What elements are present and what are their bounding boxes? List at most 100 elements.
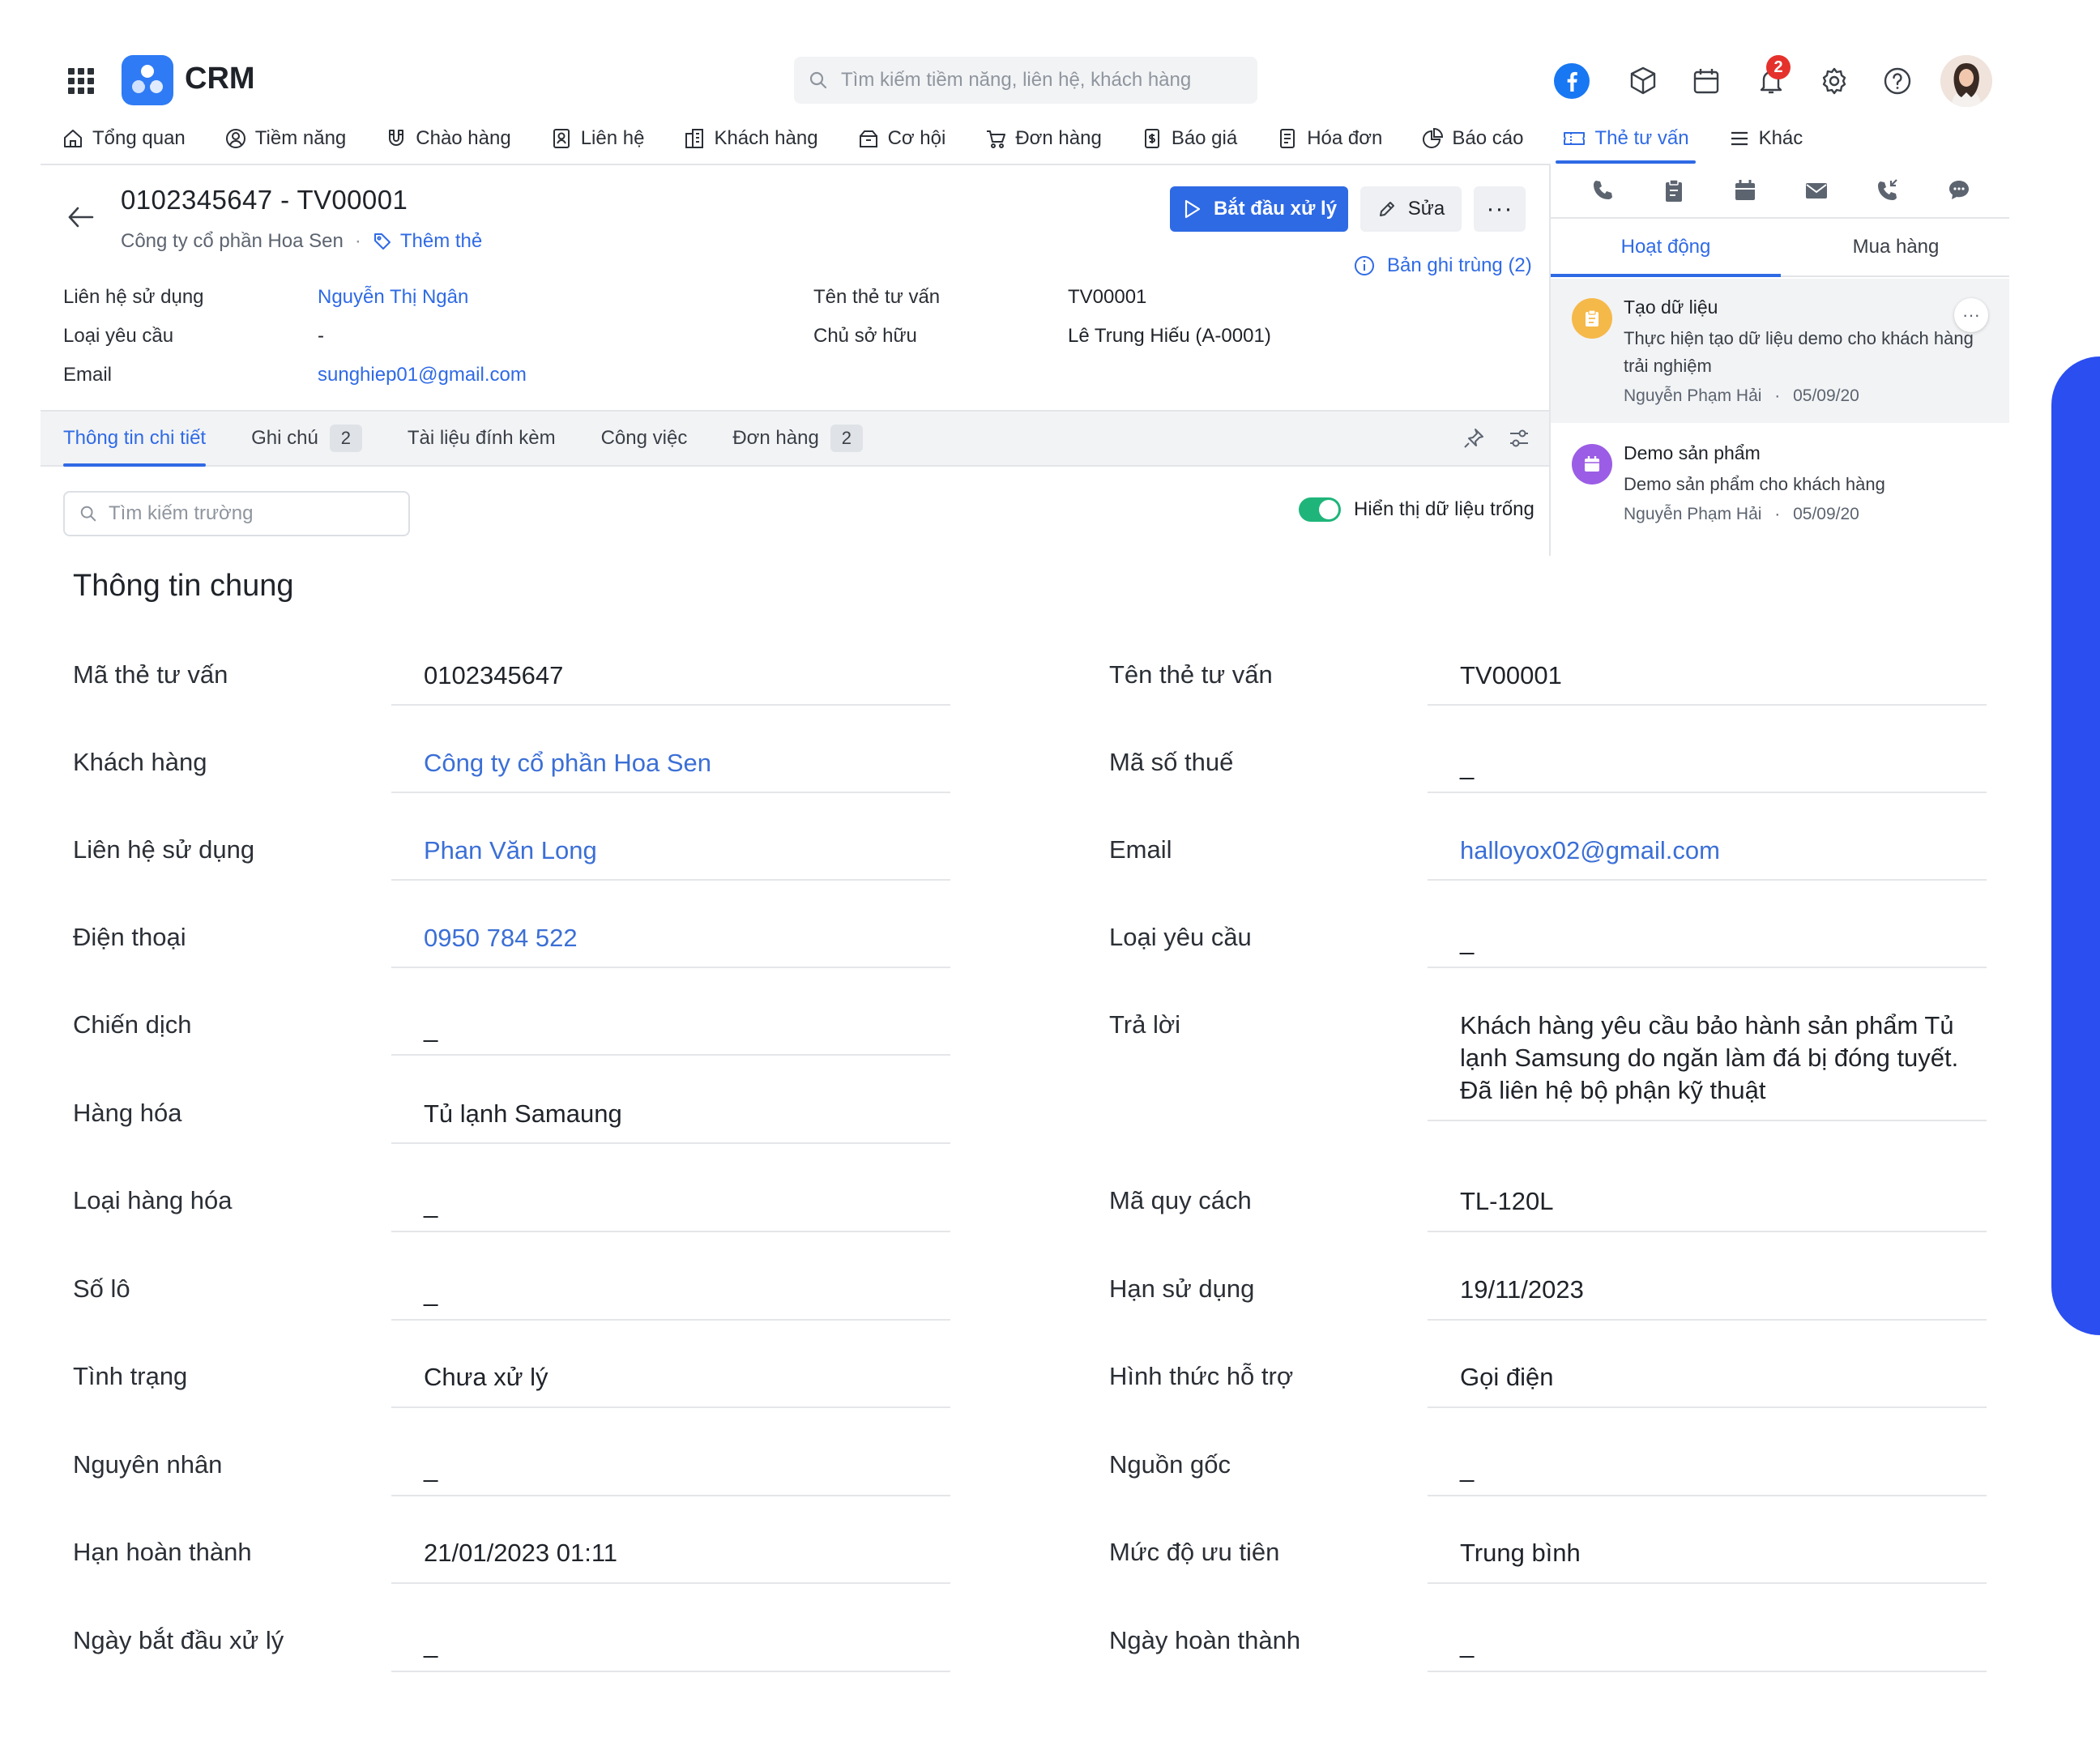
field-value-customer-link[interactable]: Công ty cổ phần Hoa Sen [424,747,711,779]
nav-item-overview[interactable]: Tổng quan [41,113,203,164]
clipboard-icon[interactable] [1658,174,1690,207]
app-grid-icon[interactable] [65,65,97,97]
nav-item-offers[interactable]: Chào hàng [364,113,528,164]
pin-icon[interactable] [1460,425,1488,452]
field-value: _ [1460,752,1475,780]
ticket-icon [1564,132,1586,145]
field-label: Loại hàng hóa [73,1186,233,1214]
field-label: Email [1109,835,1172,864]
field-value: Chưa xử lý [424,1363,548,1391]
field-value: _ [424,1454,438,1483]
show-empty-data-toggle[interactable] [1299,497,1341,522]
nav-item-quotes[interactable]: Báo giá [1120,113,1255,164]
global-search-input[interactable]: Tìm kiếm tiềm năng, liên hệ, khách hàng [794,57,1257,104]
nav-item-opportunities[interactable]: Cơ hội [836,113,964,164]
activity-panel: Hoạt động Mua hàng Tạo dữ liệu Thực hiện… [1549,164,2009,556]
search-icon [80,506,96,522]
help-icon[interactable] [1875,58,1920,104]
field-value: 0102345647 [424,661,564,689]
nav-label: Tiềm năng [254,127,347,149]
nav-item-orders[interactable]: Đơn hàng [963,113,1119,164]
summary-contact-value[interactable]: Nguyễn Thị Ngân [318,286,468,309]
nav-item-customers[interactable]: Khách hàng [662,113,835,164]
mail-icon[interactable] [1800,174,1833,207]
tab-notes[interactable]: Ghi chú 2 [228,412,385,465]
show-empty-data-label: Hiển thị dữ liệu trống [1354,498,1534,520]
nav-item-leads[interactable]: Tiềm năng [203,113,365,164]
nav-label: Đơn hàng [1015,127,1102,149]
field-label: Hình thức hỗ trợ [1109,1362,1294,1390]
record-company: Công ty cổ phần Hoa Sen [121,230,344,252]
summary-email-value[interactable]: sunghiep01@gmail.com [318,364,527,386]
phone-icon[interactable] [1586,174,1619,207]
add-tag-button[interactable]: Thêm thẻ [373,230,482,253]
nav-label: Tổng quan [92,127,186,149]
nav-item-invoices[interactable]: Hóa đơn [1255,113,1400,164]
field-value-reply: Khách hàng yêu cầu bảo hành sản phẩm Tủ … [1460,1011,1959,1104]
field-underline [391,967,950,968]
nav-item-reports[interactable]: Báo cáo [1400,113,1541,164]
sliders-icon[interactable] [1505,425,1533,452]
tab-label: Đơn hàng [732,427,819,449]
user-avatar[interactable] [1940,55,1992,107]
summary-request-type-label: Loại yêu cầu [63,325,174,347]
settings-gear-icon[interactable] [1812,58,1857,104]
tab-label: Ghi chú [251,427,318,449]
field-underline [391,1231,950,1232]
field-search-input[interactable]: Tìm kiếm trường [63,491,410,536]
field-value: 21/01/2023 01:11 [424,1539,618,1567]
duplicate-records-label: Bản ghi trùng (2) [1387,254,1532,276]
nav-item-consult-tickets[interactable]: Thẻ tư vấn [1541,113,1706,164]
tab-orders[interactable]: Đơn hàng 2 [710,412,885,465]
info-icon [1355,256,1374,275]
tab-attachments[interactable]: Tài liệu đính kèm [385,412,578,465]
nav-label: Thẻ tư vấn [1594,127,1689,149]
tab-details[interactable]: Thông tin chi tiết [41,412,228,467]
call-log-icon[interactable] [1872,174,1904,207]
back-arrow-icon[interactable] [65,201,97,233]
field-value-phone-link[interactable]: 0950 784 522 [424,922,578,954]
field-value: _ [1460,1454,1475,1483]
panel-tab-activities[interactable]: Hoạt động [1551,219,1781,277]
clipboard-icon [1572,298,1612,339]
field-label: Hạn sử dụng [1109,1274,1255,1303]
notification-bell-icon[interactable]: 2 [1748,55,1794,104]
field-value-contact-link[interactable]: Phan Văn Long [424,834,597,867]
field-value: _ [424,1014,438,1043]
activity-more-button[interactable]: ··· [1954,298,1988,332]
field-underline [391,1406,950,1408]
panel-tab-purchases[interactable]: Mua hàng [1781,219,2009,275]
edit-button[interactable]: Sửa [1360,186,1462,232]
pencil-icon [1379,202,1394,216]
nav-item-more[interactable]: Khác [1707,113,1821,164]
field-value: _ [1460,1630,1475,1658]
tab-tasks[interactable]: Công việc [578,412,711,465]
duplicate-records-link[interactable]: Bản ghi trùng (2) [1353,254,1532,277]
play-icon [1184,199,1201,219]
summary-email-label: Email [63,364,113,386]
box-search-icon[interactable] [1620,58,1666,104]
separator-dot: · [354,230,361,252]
calendar-icon[interactable] [1684,58,1729,104]
field-underline [1428,1120,1987,1121]
field-label: Khách hàng [73,748,207,776]
chat-icon[interactable] [1943,174,1975,207]
activity-item[interactable]: Demo sản phẩm Demo sản phẩm cho khách hà… [1551,425,2009,546]
field-label: Ngày hoàn thành [1109,1626,1301,1654]
field-label: Hàng hóa [73,1099,182,1127]
field-label: Mã quy cách [1109,1186,1252,1214]
start-processing-button[interactable]: Bắt đầu xử lý [1170,186,1348,232]
activity-date: 05/09/20 [1793,386,1859,405]
search-icon [809,71,827,89]
field-label: Mức độ ưu tiên [1109,1538,1280,1566]
field-value-email-link[interactable]: halloyox02@gmail.com [1460,834,1720,867]
calendar-event-icon[interactable] [1729,174,1761,207]
field-value: TV00001 [1460,661,1562,689]
field-value: TL-120L [1460,1187,1554,1215]
crm-logo-icon [122,55,173,105]
facebook-icon[interactable] [1549,58,1594,104]
more-actions-button[interactable]: ··· [1474,186,1526,232]
activity-item[interactable]: Tạo dữ liệu Thực hiện tạo dữ liệu demo c… [1551,279,2009,423]
nav-item-contacts[interactable]: Liên hệ [529,113,663,164]
field-value: _ [424,1190,438,1219]
